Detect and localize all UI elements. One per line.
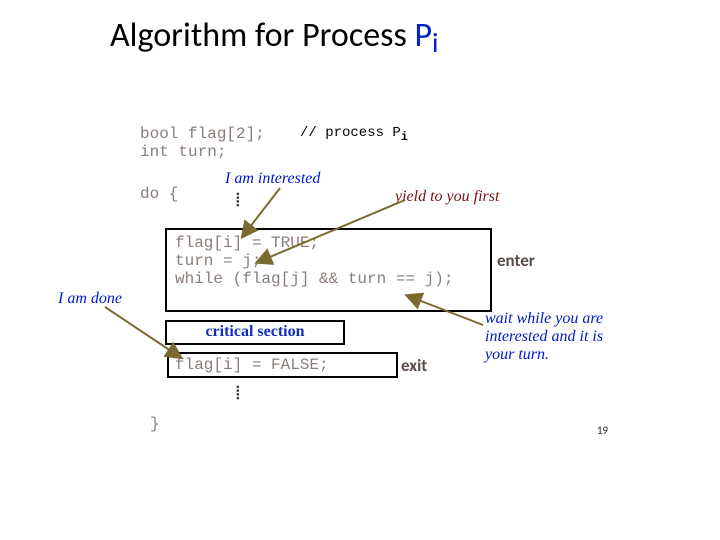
slide-title: Algorithm for Process Pi [110,15,438,56]
code-decl-flag: bool flag[2]; [140,125,265,143]
enter-label: enter [497,250,535,271]
code-flag-true: flag[i] = TRUE; [175,234,482,252]
code-close: } [150,415,160,433]
anno-interested: I am interested [225,170,320,188]
anno-done: I am done [58,290,122,308]
code-decl-turn: int turn; [140,143,226,161]
exit-label: exit [401,355,427,376]
comment-process: // process Pi [300,125,408,144]
anno-wait3: your turn. [485,346,549,364]
page-number: 19 [597,424,608,437]
title-p: P [414,15,432,56]
title-sub: i [432,25,438,60]
enter-box: flag[i] = TRUE; turn = j; while (flag[j]… [165,228,492,312]
code-while: while (flag[j] && turn == j); [175,270,482,288]
anno-wait2: interested and it is [485,328,603,346]
code-turn-j: turn = j; [175,252,482,270]
title-text: Algorithm for Process [110,15,414,56]
code-flag-false: flag[i] = FALSE; [175,356,390,374]
code-do: do { [140,185,178,203]
ellipsis-top-icon: ···· [235,192,241,207]
exit-box: flag[i] = FALSE; [167,352,398,378]
anno-yield: yield to you first [395,188,499,206]
ellipsis-bottom-icon: ···· [235,385,241,400]
anno-wait1: wait while you are [485,310,603,328]
critical-section-box: critical section [165,320,345,345]
